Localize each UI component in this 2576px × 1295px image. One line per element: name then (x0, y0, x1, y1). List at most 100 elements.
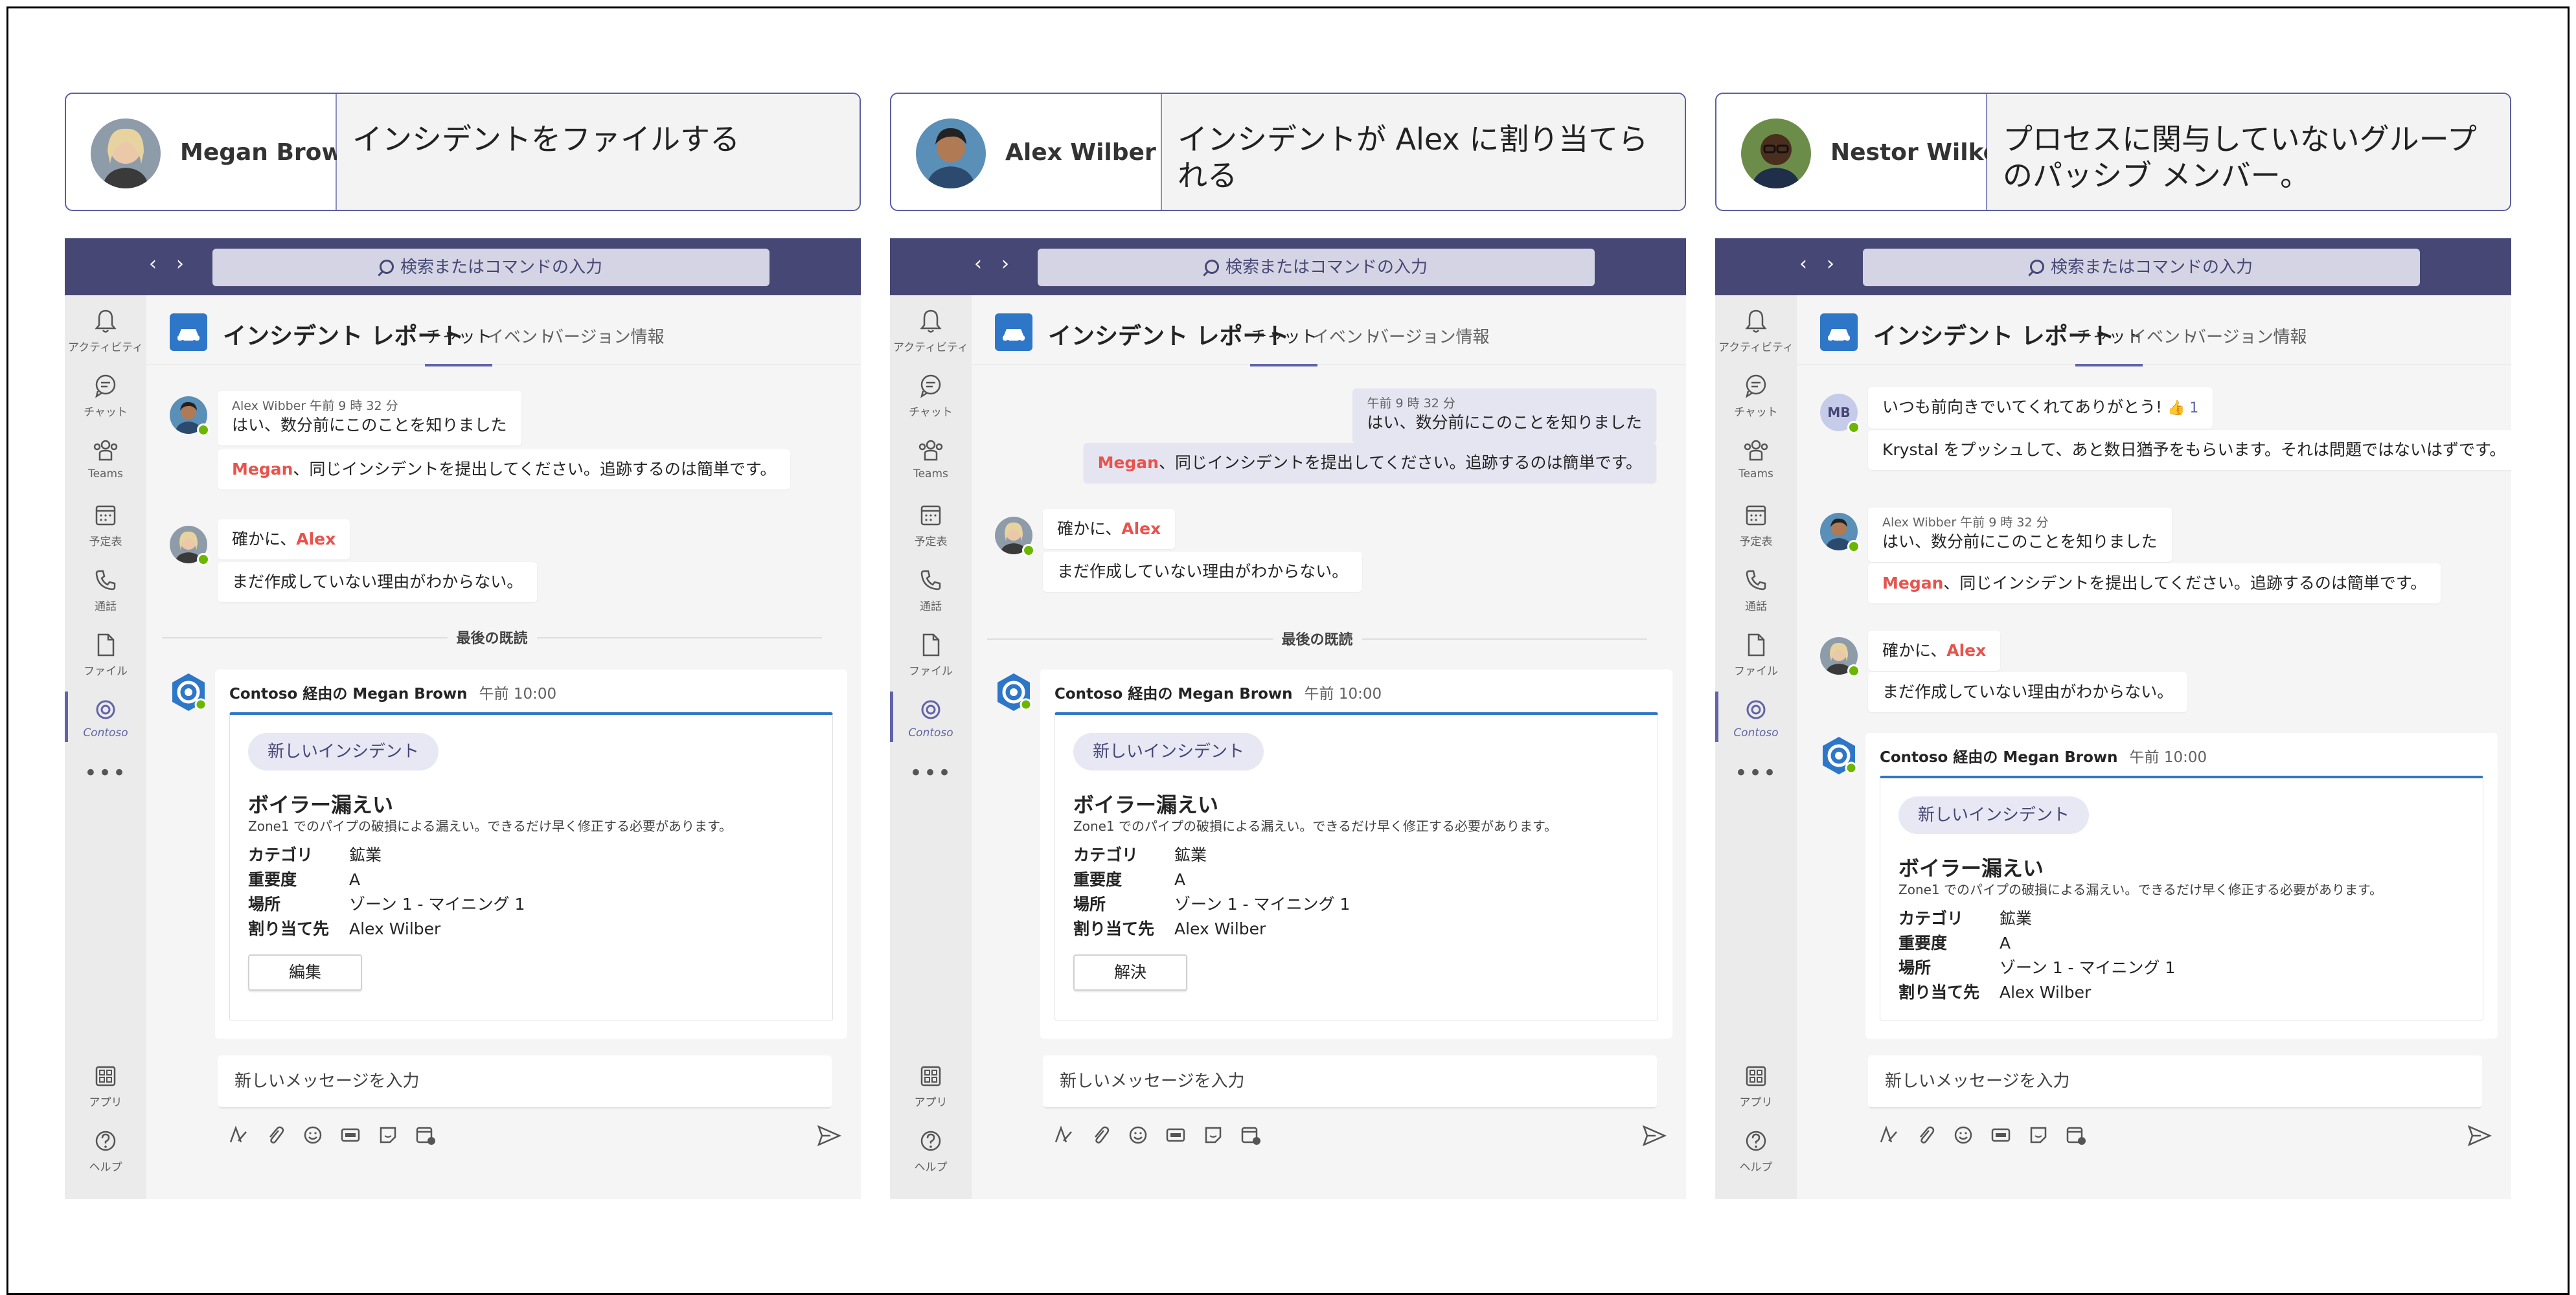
rail-chat[interactable]: チャット (1715, 372, 1797, 419)
rail-teams[interactable]: Teams (890, 436, 972, 480)
tab-events[interactable]: イベント (2130, 324, 2197, 348)
status-badge: 新しいインシデント (248, 733, 439, 771)
rail-chat[interactable]: チャット (890, 372, 972, 419)
back-arrow-icon[interactable]: ‹ (149, 253, 157, 275)
reaction-like[interactable]: 👍 1 (2167, 400, 2198, 416)
schedule-meeting-icon[interactable] (415, 1124, 437, 1146)
attach-icon[interactable] (1915, 1124, 1937, 1146)
message-alex-2: Megan、同じインシデントを提出してください。追跡するのは簡単です。 (218, 449, 791, 490)
fact-set: カテゴリ 鉱業 重要度 A 場所 ゾーン 1 - マイニング 1 割り当て先 Alex … (248, 843, 525, 941)
rail-teams[interactable]: Teams (65, 436, 146, 480)
rail-calendar[interactable]: 予定表 (65, 501, 146, 548)
rail-activity[interactable]: アクティビティ (65, 307, 146, 354)
sticker-icon[interactable] (1202, 1124, 1224, 1146)
format-icon[interactable] (1052, 1124, 1074, 1146)
persona-identity: Megan Brown (66, 94, 359, 210)
tab-chat[interactable]: チャット (1250, 324, 1317, 366)
persona-identity: Nestor Wilke (1716, 94, 1999, 210)
tab-events[interactable]: イベント (1312, 324, 1380, 348)
adaptive-card: 新しいインシデント ボイラー漏えい Zone1 でのパイプの破損による漏えい。で… (1880, 776, 2483, 1020)
rail-contoso[interactable]: Contoso (890, 692, 972, 742)
avatar-megan-initials: MB (1820, 394, 1860, 434)
sticker-icon[interactable] (2027, 1124, 2049, 1146)
attach-icon[interactable] (264, 1124, 286, 1146)
rail-files[interactable]: ファイル (65, 631, 146, 678)
sticker-icon[interactable] (377, 1124, 399, 1146)
schedule-meeting-icon[interactable] (1240, 1124, 1262, 1146)
rail-contoso[interactable]: Contoso (1715, 692, 1797, 742)
forward-arrow-icon[interactable]: › (176, 253, 184, 275)
message-list: Alex Wibber 午前 9 時 32 分 はい、数分前にこのことを知りまし… (146, 365, 861, 1039)
forward-arrow-icon[interactable]: › (1827, 253, 1834, 275)
message-self-2: Megan、同じインシデントを提出してください。追跡するのは簡単です。 (1083, 443, 1656, 483)
rail-calendar[interactable]: 予定表 (1715, 501, 1797, 548)
teams-window: ‹ › 検索またはコマンドの入力 アクティビティ チャット Teams 予定表 … (890, 238, 1686, 1199)
avatar-megan (995, 517, 1035, 557)
emoji-icon[interactable] (1127, 1124, 1149, 1146)
gif-icon[interactable] (1165, 1124, 1187, 1146)
rail-activity[interactable]: アクティビティ (890, 307, 972, 354)
rail-calls[interactable]: 通話 (65, 566, 146, 613)
back-arrow-icon[interactable]: ‹ (1799, 253, 1807, 275)
rail-apps[interactable]: アプリ (890, 1062, 972, 1109)
rail-help[interactable]: ヘルプ (1715, 1127, 1797, 1174)
edit-button[interactable]: 編集 (248, 954, 362, 991)
mention[interactable]: Alex (296, 530, 336, 548)
phone-icon (95, 570, 116, 591)
rail-teams[interactable]: Teams (1715, 436, 1797, 480)
tab-chat[interactable]: チャット (425, 324, 492, 366)
rail-calls[interactable]: 通話 (890, 566, 972, 613)
help-icon (95, 1131, 116, 1151)
fact-set: カテゴリ 鉱業 重要度 A 場所 ゾーン 1 - マイニング 1 割り当て先 Alex … (1073, 843, 1350, 941)
fact-row: カテゴリ 鉱業 (1898, 909, 2033, 928)
rail-contoso[interactable]: Contoso (65, 692, 146, 742)
message-mb-2: Krystal をプッシュして、あと数日猶予をもらいます。それは問題ではないはず… (1868, 430, 2511, 470)
mention[interactable]: Alex (1946, 641, 1986, 660)
compose-input[interactable]: 新しいメッセージを入力 (1043, 1055, 1657, 1109)
mention[interactable]: Megan (1882, 574, 1943, 592)
format-icon[interactable] (227, 1124, 249, 1146)
gif-icon[interactable] (1990, 1124, 2012, 1146)
rail-apps[interactable]: アプリ (1715, 1062, 1797, 1109)
message-text: はい、数分前にこのことを知りました (1882, 532, 2158, 551)
emoji-icon[interactable] (1952, 1124, 1974, 1146)
more-apps-icon[interactable]: ••• (1715, 760, 1797, 786)
channel-icon (995, 313, 1032, 351)
mention[interactable]: Megan (1098, 453, 1159, 472)
send-icon[interactable] (1641, 1123, 1667, 1149)
mention[interactable]: Alex (1121, 519, 1161, 538)
gif-icon[interactable] (339, 1124, 361, 1146)
format-icon[interactable] (1877, 1124, 1899, 1146)
rail-help[interactable]: ヘルプ (890, 1127, 972, 1174)
search-input[interactable]: 検索またはコマンドの入力 (1863, 249, 2420, 286)
more-apps-icon[interactable]: ••• (65, 760, 146, 786)
tab-about[interactable]: バージョン情報 (1372, 324, 1489, 348)
more-apps-icon[interactable]: ••• (890, 760, 972, 786)
mention[interactable]: Megan (232, 460, 293, 479)
send-icon[interactable] (816, 1123, 842, 1149)
back-arrow-icon[interactable]: ‹ (974, 253, 982, 275)
rail-files[interactable]: ファイル (1715, 631, 1797, 678)
resolve-button[interactable]: 解決 (1073, 954, 1187, 991)
rail-activity[interactable]: アクティビティ (1715, 307, 1797, 354)
forward-arrow-icon[interactable]: › (1001, 253, 1009, 275)
attach-icon[interactable] (1089, 1124, 1111, 1146)
compose-input[interactable]: 新しいメッセージを入力 (1868, 1055, 2482, 1109)
tab-about[interactable]: バージョン情報 (547, 324, 664, 348)
rail-files[interactable]: ファイル (890, 631, 972, 678)
tab-events[interactable]: イベント (487, 324, 554, 348)
rail-calls[interactable]: 通話 (1715, 566, 1797, 613)
rail-apps[interactable]: アプリ (65, 1062, 146, 1109)
rail-chat[interactable]: チャット (65, 372, 146, 419)
search-input[interactable]: 検索またはコマンドの入力 (1038, 249, 1595, 286)
rail-help[interactable]: ヘルプ (65, 1127, 146, 1174)
emoji-icon[interactable] (302, 1124, 324, 1146)
card-description: Zone1 でのパイプの破損による漏えい。できるだけ早く修正する必要があります。 (248, 818, 732, 834)
tab-about[interactable]: バージョン情報 (2189, 324, 2307, 348)
compose-input[interactable]: 新しいメッセージを入力 (218, 1055, 832, 1109)
status-badge: 新しいインシデント (1073, 733, 1264, 771)
rail-calendar[interactable]: 予定表 (890, 501, 972, 548)
schedule-meeting-icon[interactable] (2065, 1124, 2087, 1146)
send-icon[interactable] (2467, 1123, 2492, 1149)
search-input[interactable]: 検索またはコマンドの入力 (212, 249, 769, 286)
